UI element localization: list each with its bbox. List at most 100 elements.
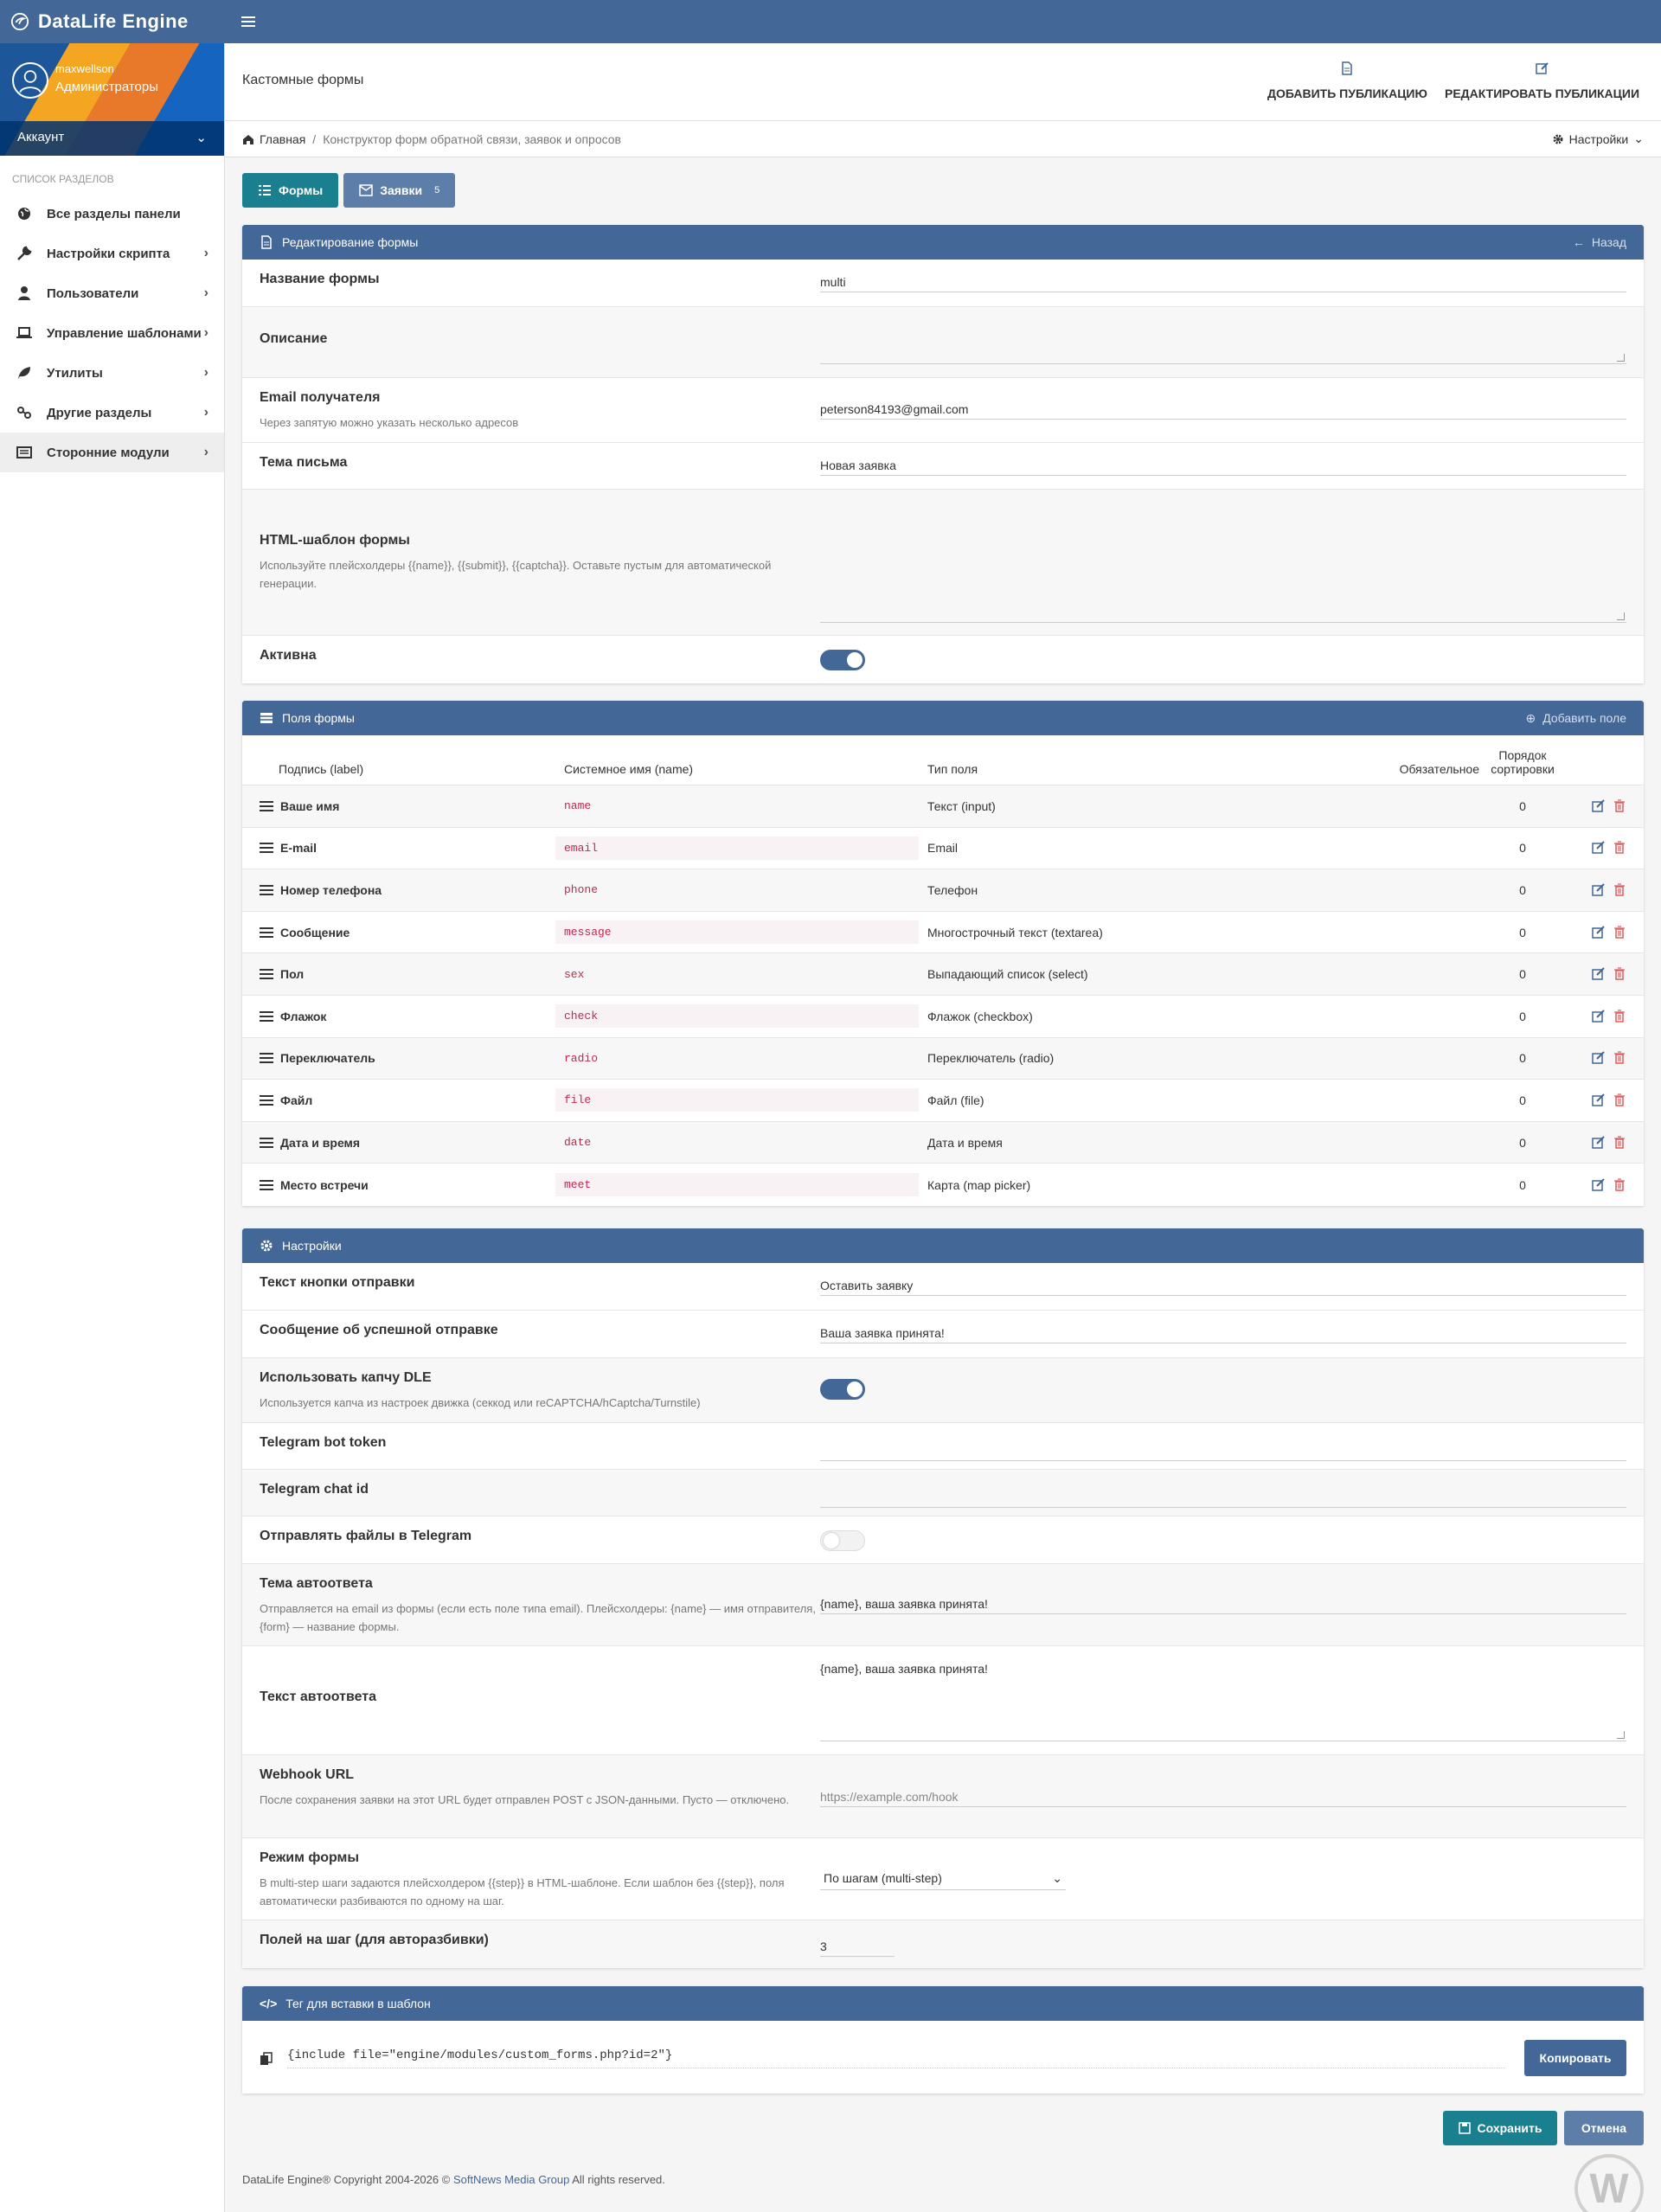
field-actions	[1566, 1051, 1626, 1065]
user-name[interactable]: maxwellson	[55, 62, 114, 75]
button-text-input[interactable]: Оставить заявку	[820, 1275, 1626, 1296]
edit-icon[interactable]	[1592, 1135, 1606, 1150]
fields-table-body: Ваше имя name Текст (input) 0 E-mail email Ema…	[242, 785, 1644, 1206]
tg-token-label: Telegram bot token	[260, 1435, 387, 1450]
add-publication-button[interactable]: ДОБАВИТЬ ПУБЛИКАЦИЮ	[1267, 61, 1427, 100]
breadcrumb-home[interactable]: Главная	[260, 132, 305, 146]
panel-header: Редактирование формы ← Назад	[242, 225, 1644, 260]
field-label: Сообщение	[280, 925, 350, 939]
drag-handle-icon[interactable]	[260, 800, 273, 811]
success-msg-input[interactable]: Ваша заявка принята!	[820, 1323, 1626, 1343]
sidebar-item-script-settings[interactable]: Настройки скрипта ›	[0, 234, 224, 273]
captcha-label: Использовать капчу DLE	[260, 1370, 432, 1385]
add-field-button[interactable]: ⊕ Добавить поле	[1525, 711, 1626, 726]
field-label: Файл	[280, 1093, 313, 1107]
edit-publications-button[interactable]: РЕДАКТИРОВАТЬ ПУБЛИКАЦИИ	[1445, 61, 1639, 100]
edit-icon[interactable]	[1592, 883, 1606, 897]
tab-forms[interactable]: Формы	[242, 173, 339, 208]
field-sort: 0	[1519, 841, 1526, 856]
back-button[interactable]: ← Назад	[1573, 235, 1626, 249]
tg-token-row: Telegram bot token	[242, 1423, 1644, 1470]
webhook-input[interactable]: https://example.com/hook	[820, 1786, 1626, 1807]
tg-token-input[interactable]	[820, 1440, 1626, 1461]
code-icon: </>	[260, 1997, 278, 2010]
save-button[interactable]: Сохранить	[1443, 2111, 1557, 2145]
edit-icon[interactable]	[1592, 1051, 1606, 1065]
drag-handle-icon[interactable]	[260, 1094, 273, 1106]
footer-prefix: DataLife Engine® Copyright 2004-2026 ©	[242, 2173, 451, 2186]
sidebar-item-all[interactable]: Все разделы панели	[0, 194, 224, 234]
subject-input[interactable]: Новая заявка	[820, 455, 1626, 476]
field-label: Ваше имя	[280, 798, 340, 813]
field-name-cell: sex	[555, 963, 919, 986]
edit-icon[interactable]	[1592, 799, 1606, 813]
trash-icon[interactable]	[1613, 925, 1626, 939]
field-actions	[1566, 967, 1626, 981]
tg-files-row: Отправлять файлы в Telegram	[242, 1516, 1644, 1564]
captcha-hint: Используется капча из настроек движка (с…	[260, 1396, 701, 1409]
account-dropdown[interactable]: Аккаунт ⌄	[0, 121, 224, 156]
drag-handle-icon[interactable]	[260, 969, 273, 980]
drag-handle-icon[interactable]	[260, 1010, 273, 1022]
drag-handle-icon[interactable]	[260, 843, 273, 854]
per-step-input[interactable]: 3	[820, 1936, 895, 1957]
trash-icon[interactable]	[1613, 1051, 1626, 1065]
email-row: Email получателя Через запятую можно указ…	[242, 378, 1644, 443]
sidebar-item-other[interactable]: Другие разделы ›	[0, 393, 224, 433]
edit-icon[interactable]	[1592, 925, 1606, 939]
html-template-label: HTML-шаблон формы	[260, 533, 410, 548]
trash-icon[interactable]	[1613, 967, 1626, 981]
captcha-toggle[interactable]	[820, 1379, 865, 1400]
trash-icon[interactable]	[1613, 841, 1626, 855]
mode-label: Режим формы	[260, 1850, 360, 1865]
table-row: Пол sex Выпадающий список (select) 0	[242, 953, 1644, 996]
active-toggle[interactable]	[820, 650, 865, 670]
field-label: Номер телефона	[280, 882, 382, 897]
field-label: Пол	[280, 967, 305, 982]
settings-dropdown[interactable]: Настройки ⌄	[1552, 131, 1644, 146]
trash-icon[interactable]	[1613, 1010, 1626, 1023]
drag-handle-icon[interactable]	[260, 926, 273, 938]
sidebar: maxwellson Администраторы Аккаунт ⌄ Спис…	[0, 43, 225, 2212]
auto-text-textarea[interactable]: {name}, ваша заявка принята!	[820, 1658, 1626, 1741]
sidebar-item-templates[interactable]: Управление шаблонами ›	[0, 313, 224, 353]
trash-icon[interactable]	[1613, 1093, 1626, 1107]
sidebar-item-modules[interactable]: Сторонние модули ›	[0, 433, 224, 472]
avatar-icon[interactable]	[12, 62, 48, 99]
drag-handle-icon[interactable]	[260, 884, 273, 895]
copy-button[interactable]: Копировать	[1524, 2040, 1626, 2076]
field-name-cell: check	[555, 1004, 919, 1029]
app-logo[interactable]: DataLife Engine	[10, 10, 189, 33]
user-icon	[18, 286, 30, 300]
tag-code[interactable]: {include file="engine/modules/custom_for…	[287, 2049, 1505, 2068]
html-template-textarea[interactable]	[820, 502, 1626, 623]
sidebar-item-utilities[interactable]: Утилиты ›	[0, 353, 224, 393]
sidebar-item-users[interactable]: Пользователи ›	[0, 273, 224, 313]
cancel-button[interactable]: Отмена	[1564, 2111, 1644, 2145]
edit-icon[interactable]	[1592, 841, 1606, 855]
trash-icon[interactable]	[1613, 1135, 1626, 1150]
button-text-label: Текст кнопки отправки	[260, 1275, 415, 1290]
description-textarea[interactable]	[820, 319, 1626, 364]
footer-link[interactable]: SoftNews Media Group	[453, 2173, 569, 2186]
edit-icon[interactable]	[1592, 1093, 1606, 1107]
drag-handle-icon[interactable]	[260, 1053, 273, 1064]
account-label: Аккаунт	[17, 130, 65, 144]
trash-icon[interactable]	[1613, 883, 1626, 897]
auto-subject-input[interactable]: {name}, ваша заявка принята!	[820, 1593, 1626, 1614]
tg-files-toggle[interactable]	[820, 1530, 865, 1551]
envelope-icon	[359, 184, 373, 196]
edit-icon[interactable]	[1592, 1010, 1606, 1023]
trash-icon[interactable]	[1613, 799, 1626, 813]
drag-handle-icon[interactable]	[260, 1137, 273, 1148]
trash-icon[interactable]	[1613, 1178, 1626, 1192]
menu-toggle-icon[interactable]	[239, 12, 258, 31]
email-input[interactable]: peterson84193@gmail.com	[820, 399, 1626, 420]
tg-chat-input[interactable]	[820, 1487, 1626, 1508]
tab-requests[interactable]: Заявки 5	[343, 173, 456, 208]
drag-handle-icon[interactable]	[260, 1179, 273, 1190]
edit-icon[interactable]	[1592, 967, 1606, 981]
mode-select[interactable]: По шагам (multi-step) ⌄	[820, 1868, 1066, 1890]
form-name-input[interactable]: multi	[820, 272, 1626, 292]
edit-icon[interactable]	[1592, 1177, 1606, 1192]
